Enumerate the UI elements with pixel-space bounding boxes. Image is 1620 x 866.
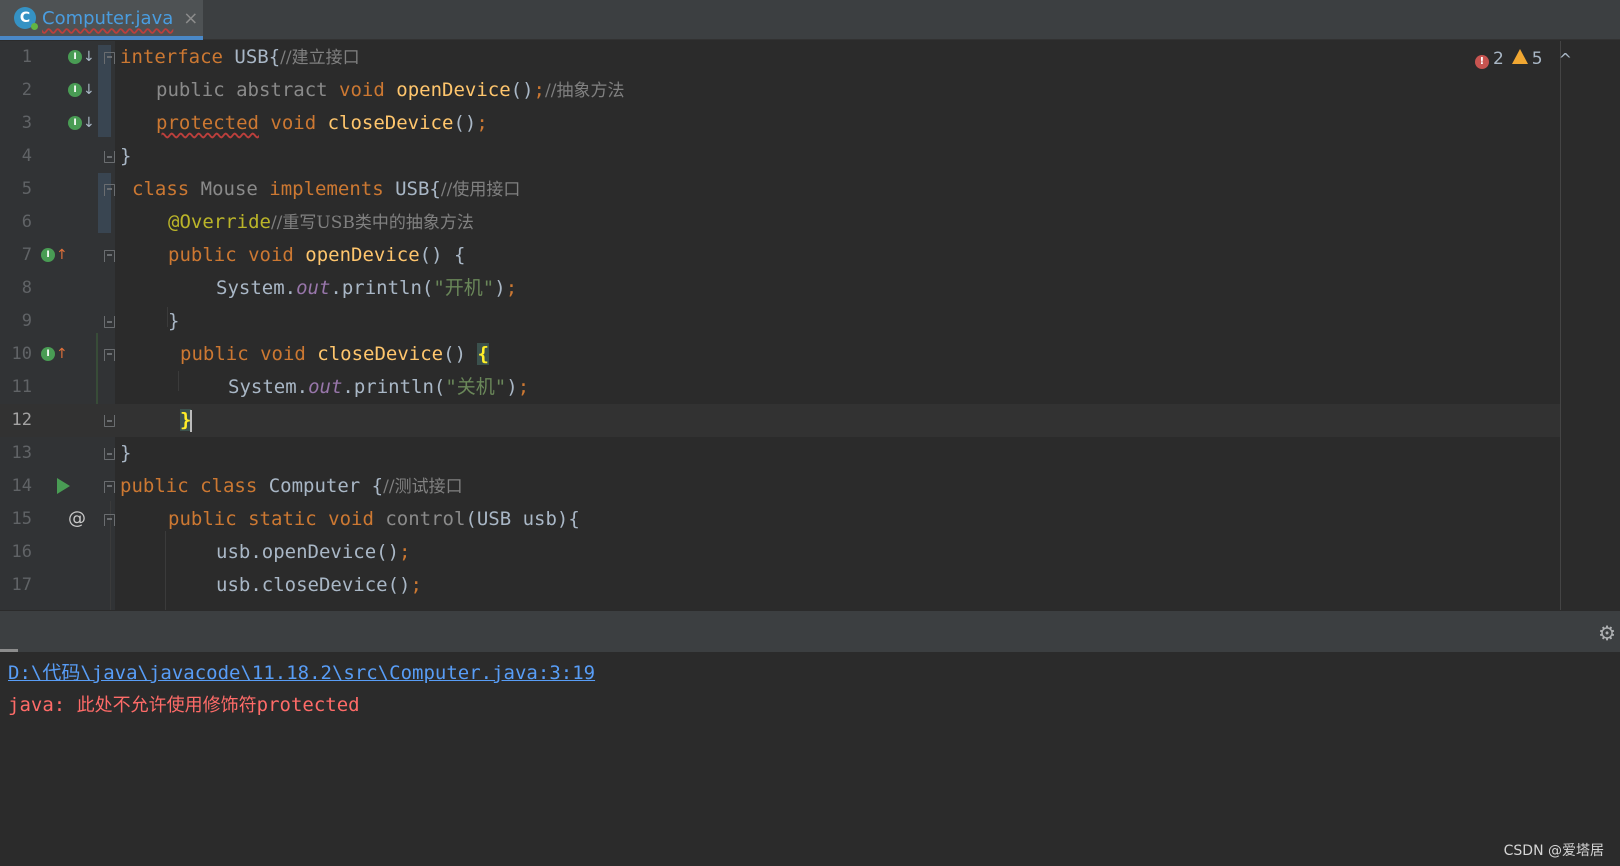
fold-icon[interactable] <box>104 52 115 64</box>
at-icon[interactable]: @ <box>68 508 86 529</box>
code-text: } <box>120 442 132 464</box>
line-number: 17 <box>11 575 32 595</box>
implemented-icon[interactable]: I ↓ <box>68 115 95 131</box>
error-file-link[interactable]: D:\代码\java\javacode\11.18.2\src\Computer… <box>8 658 595 688</box>
code-line[interactable]: 6 @Override//重写USB类中的抽象方法 <box>0 206 1560 239</box>
code-line-current[interactable]: 12 } <box>0 404 1560 437</box>
line-number: 8 <box>21 278 32 298</box>
watermark: CSDN @爱塔居 <box>1503 843 1604 859</box>
fold-icon[interactable] <box>104 448 115 460</box>
code-line[interactable]: 10 I ↑ public void closeDevice() { <box>0 338 1560 371</box>
code-text: } <box>120 145 132 167</box>
line-number: 12 <box>11 410 32 430</box>
code-line[interactable]: 5 class Mouse implements USB{//使用接口 <box>0 173 1560 206</box>
code-line[interactable]: 14 public class Computer {//测试接口 <box>0 470 1560 503</box>
code-text: } <box>180 404 193 437</box>
code-text: interface USB{//建立接口 <box>120 46 360 68</box>
line-number: 3 <box>21 113 32 133</box>
run-icon[interactable] <box>57 478 70 494</box>
code-text: public static void control(USB usb){ <box>168 508 580 530</box>
code-line[interactable]: 2 I ↓ public abstract void openDevice();/… <box>0 74 1560 107</box>
line-number: 15 <box>11 509 32 529</box>
code-line[interactable]: 17 usb.closeDevice(); <box>0 569 1560 602</box>
text-caret <box>190 409 193 432</box>
line-number: 1 <box>21 47 32 67</box>
implemented-icon[interactable]: I ↓ <box>68 82 95 98</box>
code-line[interactable]: 15 @ public static void control(USB usb)… <box>0 503 1560 536</box>
editor-tab-bar: C Computer.java × <box>0 0 1620 40</box>
code-line[interactable]: 16 usb.openDevice(); <box>0 536 1560 569</box>
line-number: 16 <box>11 542 32 562</box>
code-line[interactable]: 3 I ↓ protected void closeDevice(); <box>0 107 1560 140</box>
code-text: @Override//重写USB类中的抽象方法 <box>168 211 474 233</box>
code-line[interactable]: 13 } <box>0 437 1560 470</box>
close-icon[interactable]: × <box>183 8 198 29</box>
line-number: 4 <box>21 146 32 166</box>
chevron-up-icon[interactable]: ^ <box>1559 50 1572 69</box>
build-output-console: D:\代码\java\javacode\11.18.2\src\Computer… <box>0 652 1620 866</box>
code-line[interactable]: 1 I ↓ interface USB{//建立接口 <box>0 41 1560 74</box>
fold-icon[interactable] <box>104 250 115 262</box>
line-number: 2 <box>21 80 32 100</box>
tab-computer-java[interactable]: C Computer.java × <box>0 0 203 40</box>
line-number: 9 <box>21 311 32 331</box>
code-text: System.out.println("关机"); <box>228 376 530 398</box>
line-number: 11 <box>11 377 32 397</box>
fold-icon[interactable] <box>104 514 115 526</box>
implemented-icon[interactable]: I ↓ <box>68 49 95 65</box>
code-line[interactable]: 9 } <box>0 305 1560 338</box>
code-text: public void closeDevice() { <box>180 343 489 365</box>
right-margin-guide <box>1560 41 1561 610</box>
fold-icon[interactable] <box>104 481 115 493</box>
line-number: 7 <box>21 245 32 265</box>
code-text: usb.closeDevice(); <box>216 574 422 596</box>
fold-icon[interactable] <box>104 349 115 361</box>
line-number: 13 <box>11 443 32 463</box>
code-text: protected void closeDevice(); <box>156 112 488 134</box>
line-number: 6 <box>21 212 32 232</box>
java-class-icon: C <box>14 7 38 30</box>
build-tool-window-header: ⚙ <box>0 610 1620 652</box>
tab-title[interactable]: Computer.java <box>42 8 173 29</box>
error-highlight: protected <box>156 112 259 134</box>
code-line[interactable]: 7 I ↑ public void openDevice() { <box>0 239 1560 272</box>
overrides-icon[interactable]: I ↑ <box>41 346 68 362</box>
fold-icon[interactable] <box>104 316 115 328</box>
fold-icon[interactable] <box>104 184 115 196</box>
code-text: public class Computer {//测试接口 <box>120 475 463 497</box>
code-text: public abstract void openDevice();//抽象方法 <box>156 79 625 101</box>
code-line[interactable]: 4 } <box>0 140 1560 173</box>
error-message: java: 此处不允许使用修饰符protected <box>8 694 360 716</box>
gear-icon[interactable]: ⚙ <box>1598 621 1616 645</box>
code-text: public void openDevice() { <box>168 244 466 266</box>
code-text: System.out.println("开机"); <box>216 277 518 299</box>
fold-icon[interactable] <box>104 151 115 163</box>
brace-match: { <box>477 343 489 365</box>
overrides-icon[interactable]: I ↑ <box>41 247 68 263</box>
code-text: } <box>168 310 180 332</box>
line-number: 5 <box>21 179 32 199</box>
code-text: usb.openDevice(); <box>216 541 411 563</box>
fold-icon[interactable] <box>104 415 115 427</box>
code-line[interactable]: 11 System.out.println("关机"); <box>0 371 1560 404</box>
line-number: 14 <box>11 476 32 496</box>
code-editor[interactable]: ! 2 5 ^ 1 I ↓ interface USB{//建立接口 2 I ↓ pu… <box>0 41 1620 610</box>
code-text: class Mouse implements USB{//使用接口 <box>132 178 521 200</box>
code-line[interactable]: 8 System.out.println("开机"); <box>0 272 1560 305</box>
line-number: 10 <box>11 344 32 364</box>
